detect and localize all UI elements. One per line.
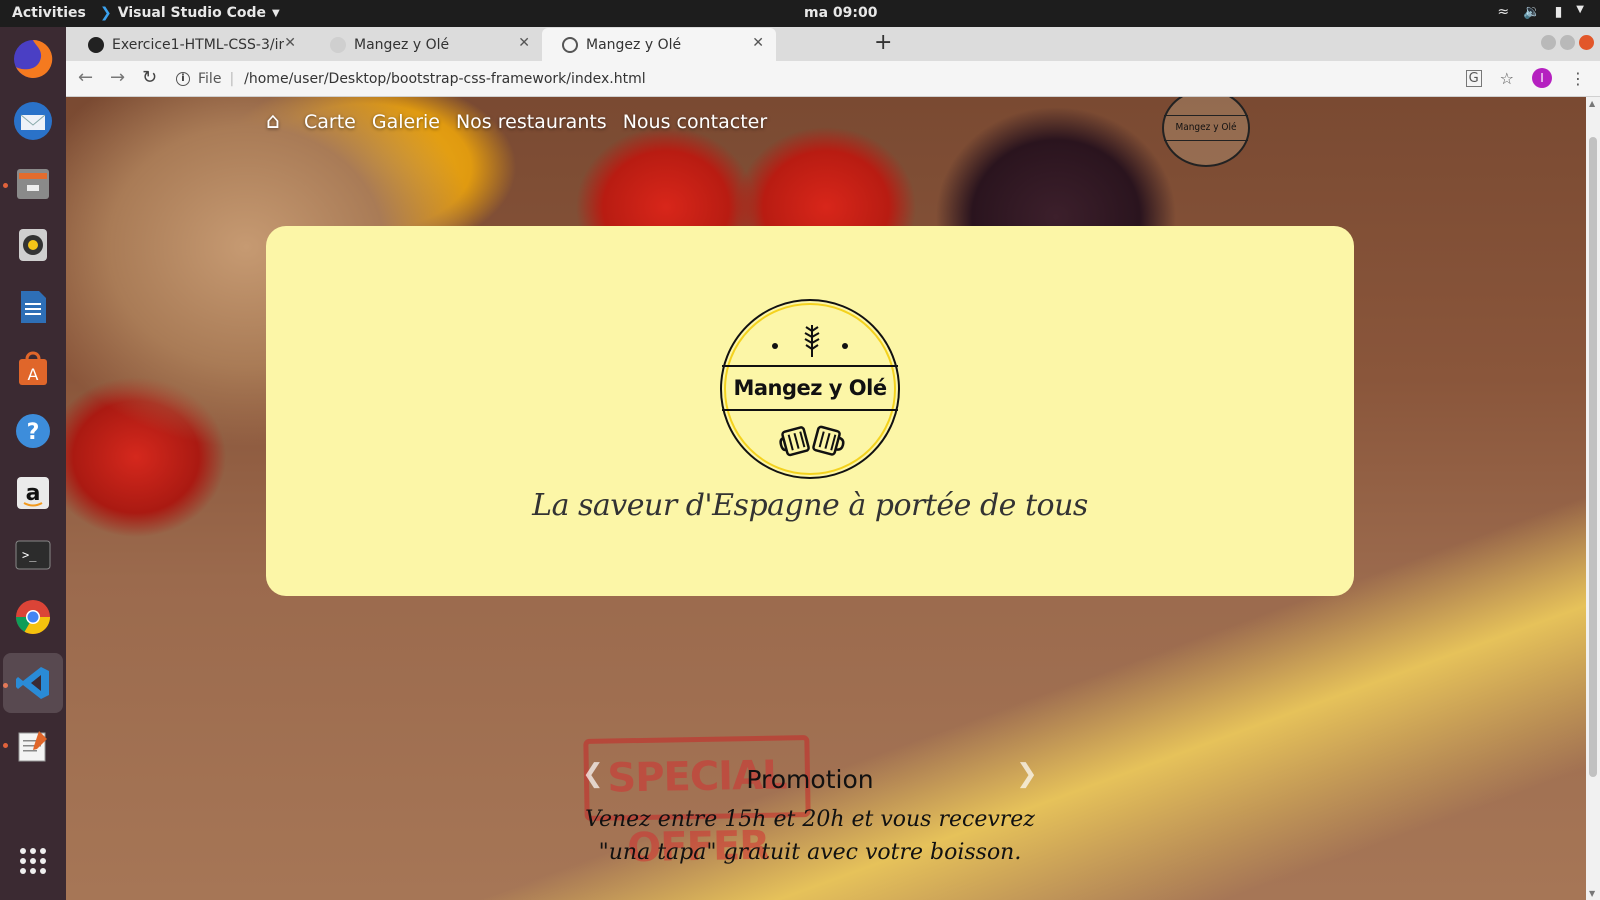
page-icon	[330, 36, 346, 53]
close-icon[interactable]: ✕	[752, 35, 764, 51]
tab-label: Mangez y Olé	[354, 36, 450, 53]
nav-item-carte[interactable]: Carte	[304, 111, 356, 133]
software-icon[interactable]: A	[9, 345, 57, 393]
close-window-button[interactable]	[1579, 35, 1594, 50]
system-tray[interactable]: ≈ 🔉 ▮ ▼	[1497, 4, 1584, 20]
page-scrollbar[interactable]: ▲ ▼	[1586, 97, 1600, 900]
address-bar[interactable]: i File | /home/user/Desktop/bootstrap-cs…	[176, 65, 1456, 93]
toolbar-actions: G ☆ I ⋮	[1465, 68, 1586, 88]
hero-card: Mangez y Olé La saveur d'Espagne à porté…	[266, 226, 1354, 596]
battery-icon: ▮	[1554, 4, 1563, 20]
logo-dot	[772, 343, 778, 349]
wheat-icon	[804, 325, 820, 357]
scroll-up-icon[interactable]: ▲	[1589, 99, 1595, 108]
amazon-icon[interactable]: a	[9, 469, 57, 517]
promo-line-1: Venez entre 15h et 20h et vous recevrez	[585, 807, 1035, 832]
browser-toolbar: ← → ↻ i File | /home/user/Desktop/bootst…	[66, 61, 1600, 97]
promo-title: Promotion	[746, 765, 874, 794]
firefox-icon[interactable]	[9, 35, 57, 83]
writer-icon[interactable]	[9, 283, 57, 331]
minimize-button[interactable]	[1541, 35, 1556, 50]
info-icon[interactable]: i	[176, 72, 190, 86]
hero-tagline: La saveur d'Espagne à portée de tous	[532, 488, 1088, 523]
svg-text:?: ?	[27, 420, 40, 445]
nav-item-restaurants[interactable]: Nos restaurants	[456, 111, 607, 133]
tab-mangez-2[interactable]: Mangez y Olé ✕	[542, 28, 776, 61]
logo-text: Mangez y Olé	[722, 365, 898, 411]
wifi-icon: ≈	[1497, 4, 1510, 20]
close-icon[interactable]: ✕	[284, 35, 296, 51]
url-text[interactable]: /home/user/Desktop/bootstrap-css-framewo…	[244, 71, 645, 87]
site-navbar: ⌂ Carte Galerie Nos restaurants Nous con…	[266, 109, 767, 134]
navbar-logo[interactable]: Mangez y Olé	[1162, 97, 1250, 167]
window-controls	[1541, 35, 1594, 50]
divider: |	[229, 71, 235, 87]
star-icon[interactable]: ☆	[1500, 69, 1514, 88]
nav-item-galerie[interactable]: Galerie	[372, 111, 440, 133]
promo-text: Venez entre 15h et 20h et vous recevrez …	[66, 803, 1554, 869]
files-icon[interactable]	[9, 159, 57, 207]
tab-github[interactable]: Exercice1-HTML-CSS-3/inc ✕	[68, 28, 308, 61]
navbar-logo-text: Mangez y Olé	[1164, 115, 1248, 141]
menu-icon[interactable]: ⋮	[1570, 69, 1586, 88]
vscode-icon[interactable]	[3, 653, 63, 713]
rhythmbox-icon[interactable]	[9, 221, 57, 269]
tab-mangez-1[interactable]: Mangez y Olé ✕	[310, 28, 542, 61]
activities-button[interactable]: Activities	[12, 5, 86, 21]
beer-mugs-icon	[779, 425, 845, 457]
back-icon[interactable]: ←	[78, 67, 93, 88]
terminal-icon[interactable]: >_	[9, 531, 57, 579]
chrome-icon[interactable]	[9, 593, 57, 641]
nav-item-contact[interactable]: Nous contacter	[623, 111, 767, 133]
launcher-dock: A ? a >_	[0, 27, 66, 900]
new-tab-button[interactable]: +	[874, 30, 892, 55]
thunderbird-icon[interactable]	[9, 97, 57, 145]
home-icon[interactable]: ⌂	[266, 109, 280, 134]
github-icon	[88, 36, 104, 53]
text-editor-icon[interactable]	[9, 721, 57, 769]
help-icon[interactable]: ?	[9, 407, 57, 455]
reload-icon[interactable]: ↻	[142, 67, 157, 88]
tab-label: Mangez y Olé	[586, 36, 682, 53]
chevron-down-icon: ▼	[1576, 4, 1584, 15]
close-icon[interactable]: ✕	[518, 35, 530, 51]
scheme-label: File	[198, 71, 222, 87]
tab-label: Exercice1-HTML-CSS-3/inc	[112, 36, 284, 53]
os-top-bar: Activities ❯ Visual Studio Code ▼ ma 09:…	[0, 0, 1600, 27]
promo-line-2: "una tapa" gratuit avec votre boisson.	[598, 840, 1022, 865]
browser-tabstrip: Exercice1-HTML-CSS-3/inc ✕ Mangez y Olé …	[66, 27, 1600, 61]
scroll-down-icon[interactable]: ▼	[1589, 889, 1595, 898]
brand-logo: Mangez y Olé	[720, 299, 900, 479]
volume-icon: 🔉	[1523, 4, 1541, 20]
scrollbar-thumb[interactable]	[1589, 137, 1597, 777]
show-apps-icon[interactable]	[9, 837, 57, 885]
logo-dot	[842, 343, 848, 349]
svg-text:>_: >_	[22, 548, 37, 562]
app-name: Visual Studio Code	[117, 5, 267, 21]
clock[interactable]: ma 09:00	[804, 5, 877, 21]
svg-text:A: A	[28, 365, 39, 384]
page-viewport: ⌂ Carte Galerie Nos restaurants Nous con…	[66, 97, 1600, 900]
globe-icon	[562, 36, 578, 53]
forward-icon[interactable]: →	[110, 67, 125, 88]
maximize-button[interactable]	[1560, 35, 1575, 50]
chevron-down-icon: ▼	[272, 7, 280, 19]
svg-text:a: a	[26, 481, 41, 506]
avatar[interactable]: I	[1532, 68, 1552, 88]
translate-icon[interactable]: G	[1465, 69, 1482, 87]
app-menu[interactable]: ❯ Visual Studio Code ▼	[100, 5, 280, 21]
vscode-small-icon: ❯	[100, 5, 112, 21]
